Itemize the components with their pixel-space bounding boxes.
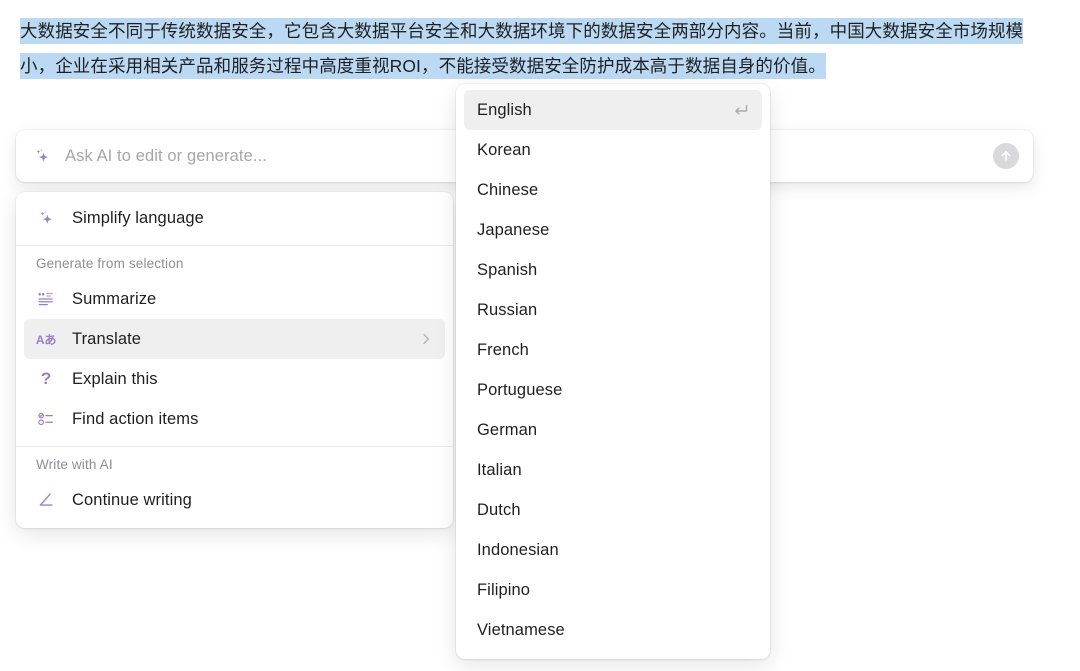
ai-submit-button[interactable]: [993, 143, 1019, 169]
menu-section-title-write: Write with AI: [36, 457, 113, 472]
selected-text[interactable]: 大数据安全不同于传统数据安全，它包含大数据平台安全和大数据环境下的数据安全两部分…: [20, 18, 1024, 79]
document-text: 大数据安全不同于传统数据安全，它包含大数据平台安全和大数据环境下的数据安全两部分…: [20, 14, 1032, 84]
sparkle-icon: [33, 147, 51, 165]
question-mark-icon: ?: [36, 369, 56, 389]
language-option-indonesian[interactable]: Indonesian: [464, 530, 762, 570]
menu-divider: [16, 245, 453, 246]
language-option-label: English: [477, 100, 532, 119]
language-option-portuguese[interactable]: Portuguese: [464, 370, 762, 410]
language-option-chinese[interactable]: Chinese: [464, 170, 762, 210]
language-option-label: Filipino: [477, 580, 531, 599]
menu-item-label: Explain this: [72, 369, 158, 388]
language-option-label: Indonesian: [477, 540, 559, 559]
chevron-right-icon: [419, 332, 433, 346]
language-option-japanese[interactable]: Japanese: [464, 210, 762, 250]
checklist-icon: [36, 409, 56, 429]
language-option-label: Korean: [477, 140, 531, 159]
language-a-icon-glyph: Aあ: [35, 332, 57, 347]
language-a-icon: Aあ: [36, 329, 56, 349]
menu-item-label: Translate: [72, 329, 142, 348]
menu-section-title-generate: Generate from selection: [36, 256, 184, 271]
language-option-label: Japanese: [477, 220, 550, 239]
language-option-spanish[interactable]: Spanish: [464, 250, 762, 290]
language-option-italian[interactable]: Italian: [464, 450, 762, 490]
menu-item-label: Continue writing: [72, 490, 192, 509]
menu-item-label: Simplify language: [72, 208, 204, 227]
language-option-english[interactable]: English: [464, 90, 762, 130]
arrow-up-icon: [999, 149, 1013, 163]
menu-item-explain-this[interactable]: ? Explain this: [24, 359, 445, 399]
return-arrow-icon: [732, 102, 749, 119]
ai-action-menu: Simplify language Generate from selectio…: [16, 192, 453, 528]
menu-item-simplify-language[interactable]: Simplify language: [24, 198, 445, 238]
menu-item-find-action-items[interactable]: Find action items: [24, 399, 445, 439]
question-mark-icon-glyph: ?: [40, 369, 52, 388]
quote-lines-icon: [36, 289, 56, 309]
menu-item-summarize[interactable]: Summarize: [24, 279, 445, 319]
language-option-label: German: [477, 420, 538, 439]
language-option-label: Dutch: [477, 500, 521, 519]
menu-item-continue-writing[interactable]: Continue writing: [24, 480, 445, 520]
language-option-label: Portuguese: [477, 380, 563, 399]
menu-item-translate[interactable]: Aあ Translate: [24, 319, 445, 359]
menu-item-label: Summarize: [72, 289, 157, 308]
pen-write-icon: [36, 490, 56, 510]
language-option-label: Chinese: [477, 180, 539, 199]
menu-divider: [16, 446, 453, 447]
sparkle-icon: [36, 208, 56, 228]
language-option-label: Vietnamese: [477, 620, 565, 639]
language-option-german[interactable]: German: [464, 410, 762, 450]
language-option-filipino[interactable]: Filipino: [464, 570, 762, 610]
language-option-vietnamese[interactable]: Vietnamese: [464, 610, 762, 650]
language-option-label: Russian: [477, 300, 538, 319]
language-option-label: Italian: [477, 460, 522, 479]
language-option-korean[interactable]: Korean: [464, 130, 762, 170]
language-option-label: Spanish: [477, 260, 538, 279]
language-option-label: French: [477, 340, 529, 359]
menu-item-label: Find action items: [72, 409, 199, 428]
language-option-russian[interactable]: Russian: [464, 290, 762, 330]
language-option-french[interactable]: French: [464, 330, 762, 370]
translate-language-submenu: English Korean Chinese Japanese Spanish …: [456, 84, 770, 659]
language-option-dutch[interactable]: Dutch: [464, 490, 762, 530]
